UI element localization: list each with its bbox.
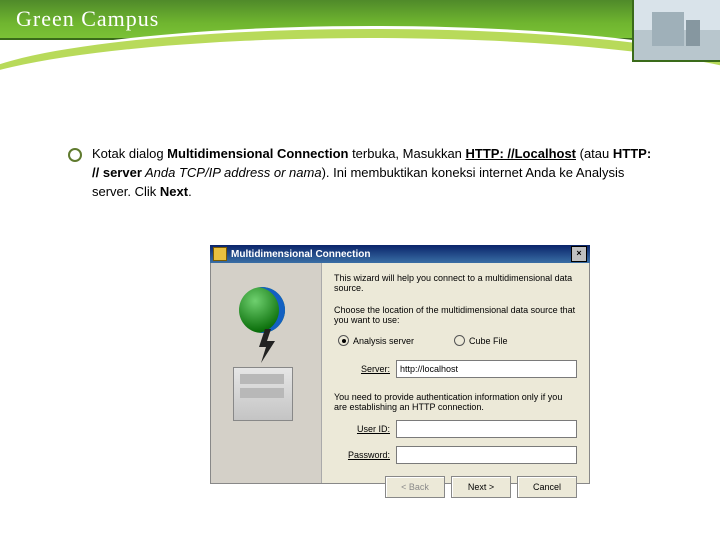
slide: Green Campus Kotak dialog Multidimension…	[0, 0, 720, 540]
userid-label: User ID:	[334, 424, 396, 434]
bullet-item: Kotak dialog Multidimensional Connection…	[68, 145, 658, 202]
back-button[interactable]: < Back	[385, 476, 445, 498]
header-swoosh	[0, 26, 720, 86]
cancel-button[interactable]: Cancel	[517, 476, 577, 498]
wizard-intro-text: This wizard will help you connect to a m…	[334, 273, 577, 293]
userid-row: User ID:	[334, 420, 577, 438]
dialog-title: Multidimensional Connection	[231, 249, 571, 260]
globe-icon	[239, 287, 285, 333]
radio-analysis-server[interactable]: Analysis server	[338, 335, 414, 346]
radio-group: Analysis server Cube File	[338, 335, 577, 346]
dialog-app-icon	[213, 247, 227, 261]
server-label: Server:	[334, 364, 396, 374]
server-box-icon	[233, 367, 293, 421]
password-row: Password:	[334, 446, 577, 464]
password-label: Password:	[334, 450, 396, 460]
wizard-choose-text: Choose the location of the multidimensio…	[334, 305, 577, 325]
auth-note: You need to provide authentication infor…	[334, 392, 577, 412]
server-row: Server: http://localhost	[334, 360, 577, 378]
dialog-sidebar-art	[211, 263, 322, 483]
userid-input[interactable]	[396, 420, 577, 438]
radio-cube-file[interactable]: Cube File	[454, 335, 508, 346]
close-icon[interactable]: ×	[571, 246, 587, 262]
dialog-window: Multidimensional Connection × This wizar…	[210, 245, 590, 484]
header: Green Campus	[0, 0, 720, 90]
radio-dot-icon	[338, 335, 349, 346]
radio-label: Analysis server	[353, 336, 414, 346]
bullet-text: Kotak dialog Multidimensional Connection…	[92, 145, 658, 202]
radio-label: Cube File	[469, 336, 508, 346]
header-photo	[632, 0, 720, 62]
bullet-icon	[68, 148, 82, 162]
dialog-content: This wizard will help you connect to a m…	[322, 263, 589, 483]
radio-dot-icon	[454, 335, 465, 346]
dialog-body: This wizard will help you connect to a m…	[210, 263, 590, 484]
dialog-button-row: < Back Next > Cancel	[334, 468, 577, 498]
password-input[interactable]	[396, 446, 577, 464]
server-input[interactable]: http://localhost	[396, 360, 577, 378]
lightning-icon	[257, 329, 277, 363]
dialog-titlebar: Multidimensional Connection ×	[210, 245, 590, 263]
next-button[interactable]: Next >	[451, 476, 511, 498]
body-text: Kotak dialog Multidimensional Connection…	[68, 145, 658, 202]
